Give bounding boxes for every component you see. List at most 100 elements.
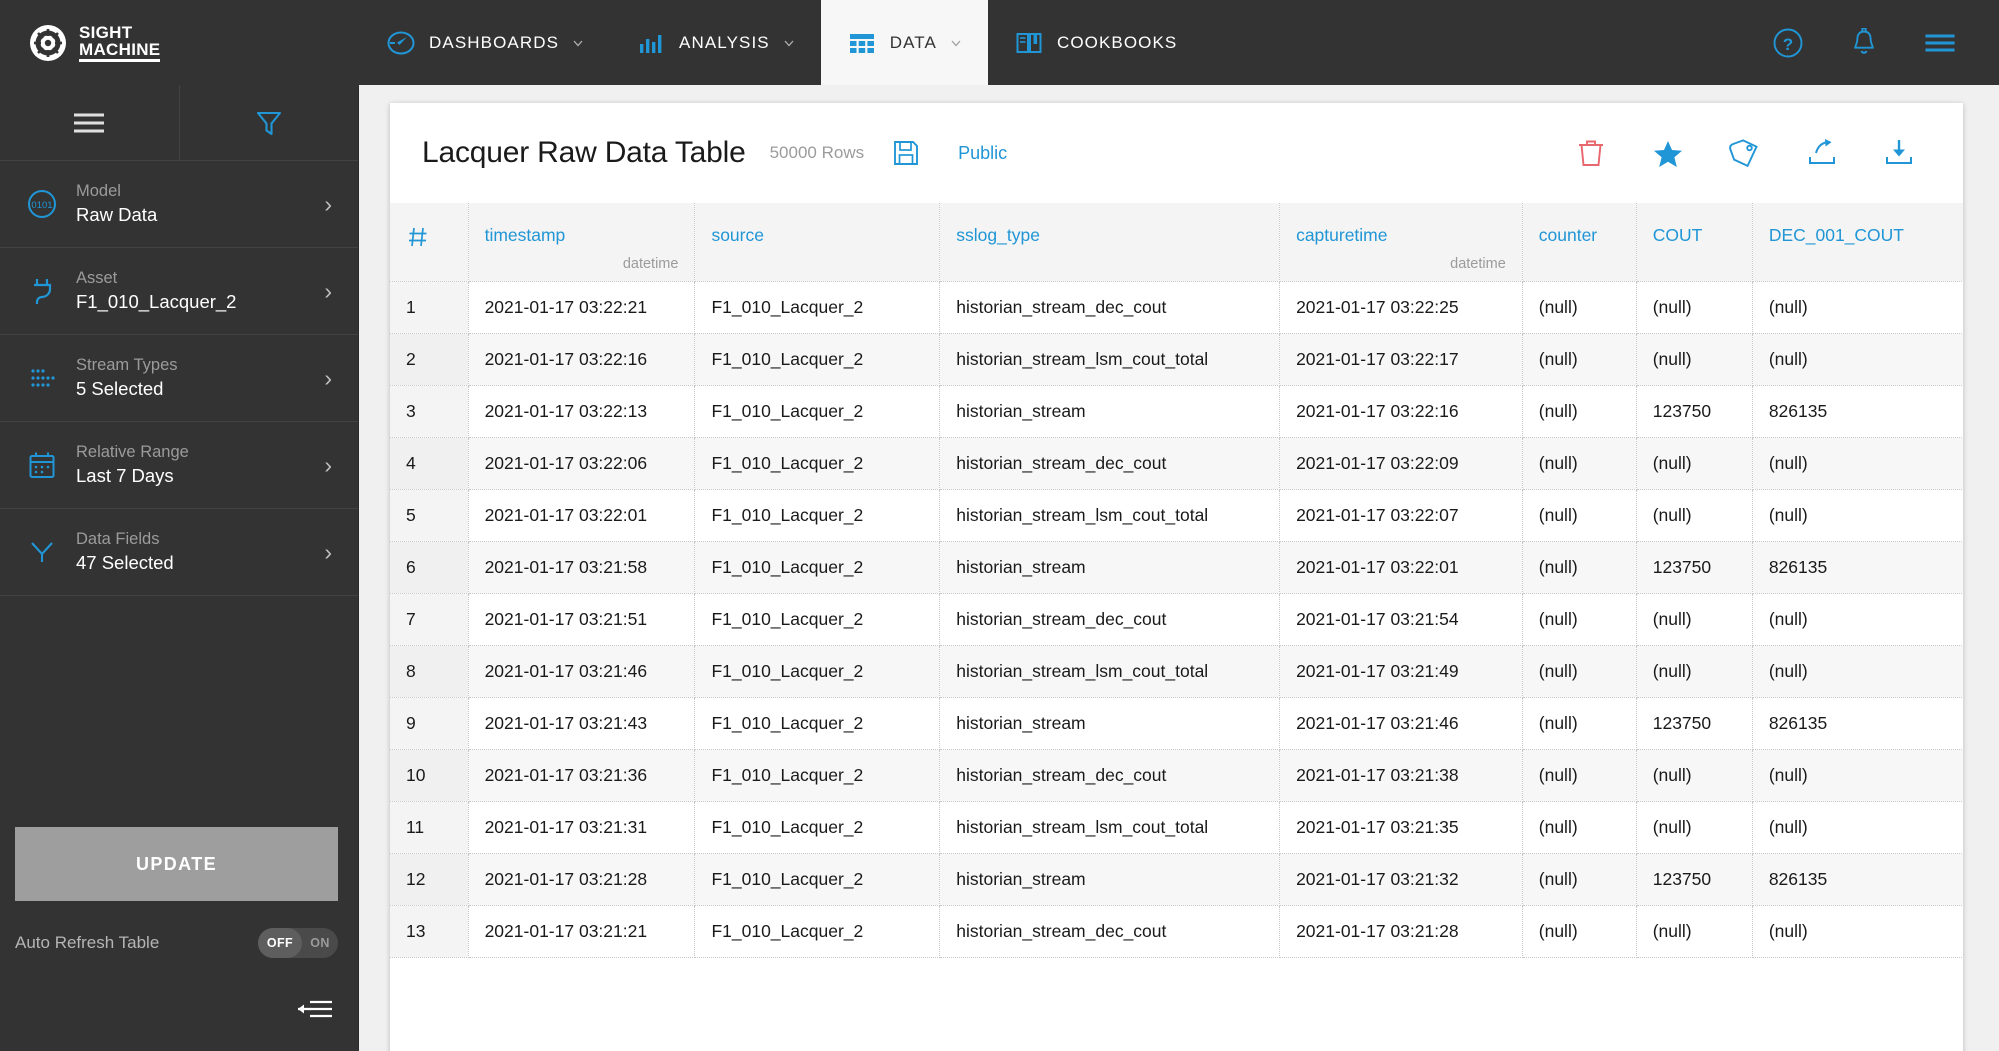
- data-table-card: Lacquer Raw Data Table 50000 Rows Public: [390, 103, 1963, 1051]
- sidebar-item-relative-range[interactable]: Relative Range Last 7 Days ›: [0, 422, 358, 509]
- cell-source: F1_010_Lacquer_2: [694, 333, 941, 386]
- sidebar-item-asset[interactable]: Asset F1_010_Lacquer_2 ›: [0, 248, 358, 335]
- delete-icon[interactable]: [1575, 137, 1607, 169]
- sidebar-label-model: Model: [76, 182, 121, 200]
- auto-refresh-toggle[interactable]: OFF ON: [258, 928, 338, 958]
- cell-counter: (null): [1522, 697, 1637, 750]
- table-row[interactable]: 4 2021-01-17 03:22:06 F1_010_Lacquer_2 hist…: [390, 437, 1963, 490]
- brand-name: SIGHT MACHINE: [79, 24, 161, 62]
- nav-item-cookbooks[interactable]: COOKBOOKS: [988, 0, 1203, 85]
- column-header-cout[interactable]: COUT: [1636, 203, 1753, 282]
- table-row[interactable]: 10 2021-01-17 03:21:36 F1_010_Lacquer_2 his…: [390, 749, 1963, 802]
- column-label: sslog_type: [956, 225, 1040, 245]
- table-scroll-area[interactable]: timestamp datetime source sslog_type capt…: [390, 203, 1963, 1051]
- cell-cout: 123750: [1636, 853, 1753, 906]
- cell-timestamp: 2021-01-17 03:21:36: [468, 749, 696, 802]
- column-header-index[interactable]: [390, 203, 469, 282]
- cell-timestamp: 2021-01-17 03:21:51: [468, 593, 696, 646]
- table-row[interactable]: 9 2021-01-17 03:21:43 F1_010_Lacquer_2 hist…: [390, 697, 1963, 750]
- sidebar-item-stream-types[interactable]: Stream Types 5 Selected ›: [0, 335, 358, 422]
- bar-chart-icon: [640, 34, 662, 53]
- chevron-down-icon: [573, 40, 583, 46]
- row-index: 8: [390, 645, 469, 698]
- share-icon[interactable]: [1806, 137, 1838, 169]
- table-row[interactable]: 2 2021-01-17 03:22:16 F1_010_Lacquer_2 hist…: [390, 333, 1963, 386]
- row-index: 10: [390, 749, 469, 802]
- nav-item-analysis[interactable]: ANALYSIS: [610, 0, 821, 85]
- chevron-right-icon: ›: [324, 277, 332, 304]
- column-header-source[interactable]: source: [694, 203, 941, 282]
- favorite-star-icon[interactable]: [1652, 137, 1684, 169]
- cell-capturetime: 2021-01-17 03:21:35: [1279, 801, 1523, 854]
- cell-sslog-type: historian_stream_dec_cout: [939, 437, 1281, 490]
- cell-counter: (null): [1522, 281, 1637, 334]
- cell-timestamp: 2021-01-17 03:21:58: [468, 541, 696, 594]
- sidebar-value-data-fields: 47 Selected: [76, 552, 174, 573]
- chevron-right-icon: ›: [324, 190, 332, 217]
- column-subtype: datetime: [622, 255, 679, 272]
- card-actions: [1575, 137, 1963, 169]
- row-index: 2: [390, 333, 469, 386]
- download-icon[interactable]: [1883, 137, 1915, 169]
- help-icon[interactable]: ?: [1771, 26, 1805, 60]
- cell-source: F1_010_Lacquer_2: [694, 385, 941, 438]
- nav-items: DASHBOARDS ANALYSIS DATA COOKBOOKS: [360, 0, 1203, 85]
- table-row[interactable]: 1 2021-01-17 03:22:21 F1_010_Lacquer_2 hist…: [390, 281, 1963, 334]
- table-row[interactable]: 8 2021-01-17 03:21:46 F1_010_Lacquer_2 hist…: [390, 645, 1963, 698]
- collapse-left-icon[interactable]: [296, 997, 334, 1021]
- sight-machine-logo-icon: [30, 24, 66, 61]
- floppy-save-icon[interactable]: [892, 139, 920, 167]
- cell-dec-001-cout: (null): [1752, 437, 1963, 490]
- nav-label-data: DATA: [889, 32, 937, 52]
- sidebar-filter-button[interactable]: [180, 85, 359, 160]
- column-header-capturetime[interactable]: capturetime datetime: [1279, 203, 1523, 282]
- table-row[interactable]: 3 2021-01-17 03:22:13 F1_010_Lacquer_2 hist…: [390, 385, 1963, 438]
- cell-timestamp: 2021-01-17 03:21:43: [468, 697, 696, 750]
- cell-timestamp: 2021-01-17 03:21:21: [468, 905, 696, 958]
- hamburger-menu-icon[interactable]: [1923, 26, 1957, 60]
- bell-icon[interactable]: [1847, 26, 1881, 60]
- cell-source: F1_010_Lacquer_2: [694, 749, 941, 802]
- sidebar-menu-button[interactable]: [0, 85, 180, 160]
- cell-sslog-type: historian_stream_lsm_cout_total: [939, 333, 1281, 386]
- column-label: source: [711, 225, 764, 245]
- table-body: 1 2021-01-17 03:22:21 F1_010_Lacquer_2 hist…: [390, 281, 1963, 958]
- cell-sslog-type: historian_stream_dec_cout: [939, 593, 1281, 646]
- chevron-right-icon: ›: [324, 538, 332, 565]
- table-row[interactable]: 13 2021-01-17 03:21:21 F1_010_Lacquer_2 his…: [390, 905, 1963, 958]
- cell-counter: (null): [1522, 749, 1637, 802]
- cell-dec-001-cout: 826135: [1752, 853, 1963, 906]
- nav-item-dashboards[interactable]: DASHBOARDS: [360, 0, 610, 85]
- cell-capturetime: 2021-01-17 03:21:32: [1279, 853, 1523, 906]
- cell-timestamp: 2021-01-17 03:22:06: [468, 437, 696, 490]
- cell-counter: (null): [1522, 333, 1637, 386]
- column-label: capturetime: [1296, 225, 1388, 245]
- auto-refresh-label: Auto Refresh Table: [15, 933, 160, 952]
- sidebar-item-asset-text: Asset F1_010_Lacquer_2: [70, 268, 324, 314]
- column-header-timestamp[interactable]: timestamp datetime: [468, 203, 696, 282]
- sidebar-item-model[interactable]: 0101 Model Raw Data ›: [0, 161, 358, 248]
- cell-cout: (null): [1636, 489, 1753, 542]
- row-index: 5: [390, 489, 469, 542]
- table-row[interactable]: 12 2021-01-17 03:21:28 F1_010_Lacquer_2 his…: [390, 853, 1963, 906]
- cell-dec-001-cout: (null): [1752, 333, 1963, 386]
- sidebar-toolbar: [0, 85, 358, 161]
- cell-timestamp: 2021-01-17 03:22:16: [468, 333, 696, 386]
- table-row[interactable]: 7 2021-01-17 03:21:51 F1_010_Lacquer_2 hist…: [390, 593, 1963, 646]
- table-row[interactable]: 6 2021-01-17 03:21:58 F1_010_Lacquer_2 hist…: [390, 541, 1963, 594]
- nav-item-data[interactable]: DATA: [820, 0, 988, 85]
- sidebar-item-data-fields[interactable]: Data Fields 47 Selected ›: [0, 509, 358, 596]
- app-root: SIGHT MACHINE DASHBOARDS ANALYSIS DATA C…: [0, 0, 1999, 1051]
- tag-icon[interactable]: [1729, 137, 1761, 169]
- table-header: timestamp datetime source sslog_type capt…: [390, 203, 1963, 282]
- update-button[interactable]: UPDATE: [15, 827, 338, 901]
- column-header-dec-001-cout[interactable]: DEC_001_COUT: [1752, 203, 1963, 282]
- column-header-sslog-type[interactable]: sslog_type: [939, 203, 1281, 282]
- column-header-counter[interactable]: counter: [1522, 203, 1637, 282]
- cell-capturetime: 2021-01-17 03:21:54: [1279, 593, 1523, 646]
- dots-grid-icon: [14, 361, 70, 395]
- brand-logo[interactable]: SIGHT MACHINE: [0, 0, 360, 85]
- visibility-label[interactable]: Public: [958, 143, 1007, 164]
- table-row[interactable]: 5 2021-01-17 03:22:01 F1_010_Lacquer_2 hist…: [390, 489, 1963, 542]
- table-row[interactable]: 11 2021-01-17 03:21:31 F1_010_Lacquer_2 his…: [390, 801, 1963, 854]
